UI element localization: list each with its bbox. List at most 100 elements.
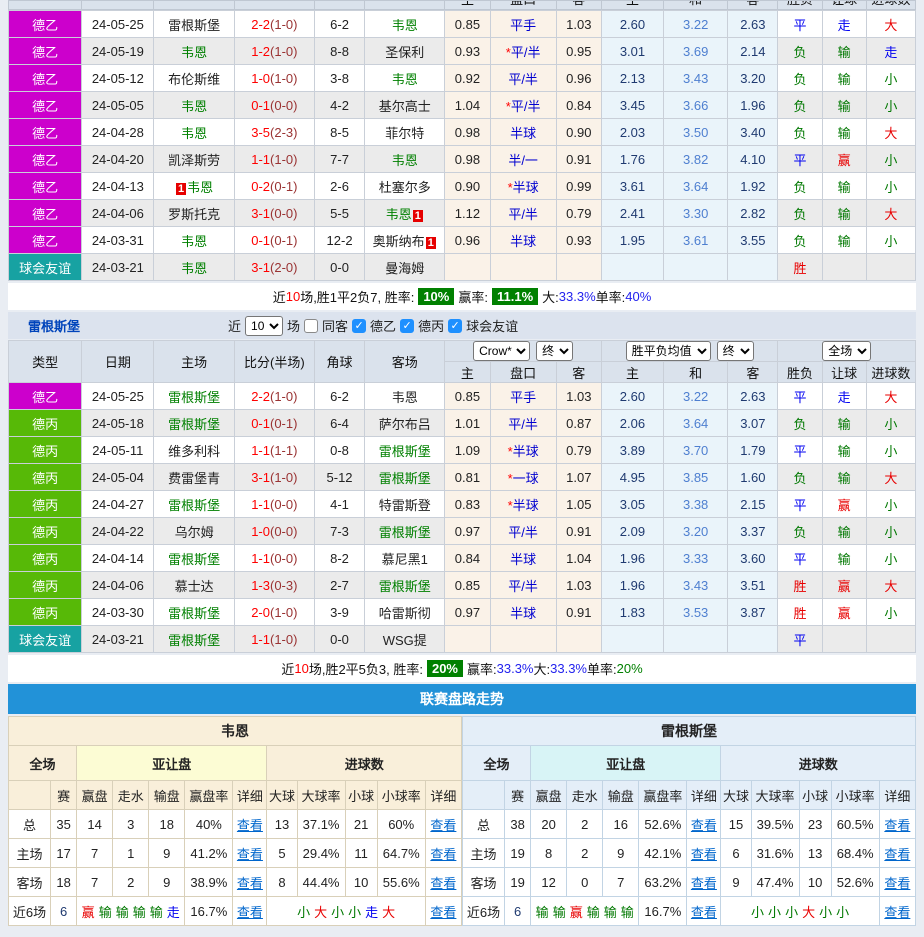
summary-text: 40% — [625, 289, 651, 304]
away-team-cell: 圣保利 — [365, 38, 445, 65]
detail-link[interactable]: 查看 — [430, 905, 456, 920]
date-cell: 24-04-06 — [82, 200, 154, 227]
bookmaker-period-select[interactable]: 终 — [536, 341, 573, 361]
games-count-select[interactable]: 10 — [245, 316, 283, 336]
corner-cell: 8-2 — [314, 545, 364, 572]
scope-select[interactable]: 全场 — [822, 341, 871, 361]
bookmaker-select[interactable]: Crow* — [473, 341, 530, 361]
handicap-name: 半球 — [510, 552, 536, 567]
trend-stat: 0 — [567, 868, 603, 897]
handicap-home-odds: 0.85 — [445, 383, 490, 410]
match-row: 德丙24-04-27雷根斯堡1-1(0-0)4-1特雷斯登0.83*半球1.05… — [9, 491, 916, 518]
team-name: 乌尔姆 — [175, 525, 214, 540]
league-d2-checkbox[interactable]: ✓ — [352, 319, 366, 333]
detail-link[interactable]: 查看 — [237, 818, 263, 833]
odds-away: 1.96 — [728, 92, 778, 119]
header-e-away: 客 — [728, 362, 778, 383]
score-cell: 0-1(0-1) — [234, 227, 314, 254]
odds-draw: 3.38 — [664, 491, 728, 518]
trend-header-row: 赛赢盘走水输盘赢盘率详细大球大球率小球小球率详细 — [9, 781, 462, 810]
detail-cell: 查看 — [425, 897, 461, 926]
odds-home — [601, 626, 663, 653]
league-d3-checkbox[interactable]: ✓ — [400, 319, 414, 333]
detail-link[interactable]: 查看 — [237, 905, 263, 920]
team-name: 雷根斯堡 — [379, 579, 431, 594]
goal-sequence: 小小小大小小 — [721, 897, 879, 926]
detail-link[interactable]: 查看 — [430, 847, 456, 862]
header-e-home: 主 — [601, 362, 663, 383]
handicap-away-odds: 0.90 — [556, 119, 601, 146]
date-cell: 24-04-28 — [82, 119, 154, 146]
header-score — [234, 1, 314, 10]
odds-type-select[interactable]: 胜平负均值 — [626, 341, 711, 361]
clipped-header-row: 主 盘口 客 主 和 客 胜负 让球 进球数 — [9, 1, 916, 10]
league-cell: 德丙 — [9, 464, 82, 491]
result-handicap: 输 — [822, 92, 866, 119]
corner-cell: 2-7 — [314, 572, 364, 599]
detail-link[interactable]: 查看 — [237, 847, 263, 862]
trend-col-header: 详细 — [879, 781, 915, 810]
detail-link[interactable]: 查看 — [430, 818, 456, 833]
detail-link[interactable]: 查看 — [884, 876, 910, 891]
detail-link[interactable]: 查看 — [691, 818, 717, 833]
halftime-score: (0-0) — [270, 98, 297, 113]
trend-stat: 7 — [77, 839, 113, 868]
detail-cell: 查看 — [233, 810, 267, 839]
date-cell: 24-05-04 — [82, 464, 154, 491]
sequence-item: 输 — [553, 905, 566, 920]
fulltime-score: 1-2 — [251, 44, 270, 59]
handicap-home-odds — [445, 626, 490, 653]
date-cell: 24-03-31 — [82, 227, 154, 254]
score-cell: 1-0(1-0) — [234, 65, 314, 92]
result-goals: 小 — [866, 437, 915, 464]
trend-stat: 23 — [799, 810, 831, 839]
match-row: 德丙24-03-30雷根斯堡2-0(1-0)3-9哈雷斯彻0.97半球0.911… — [9, 599, 916, 626]
handicap-home-odds: 1.12 — [445, 200, 490, 227]
friendly-checkbox[interactable]: ✓ — [448, 319, 462, 333]
detail-link[interactable]: 查看 — [691, 847, 717, 862]
team-name: 萨尔布吕 — [379, 417, 431, 432]
team-name: 基尔高士 — [379, 99, 431, 114]
odds-period-select[interactable]: 终 — [717, 341, 754, 361]
home-team-cell: 韦恩 — [154, 92, 234, 119]
league-cell: 德乙 — [9, 200, 82, 227]
team-name: 慕尼黑1 — [382, 552, 428, 567]
trend-stat: 15 — [721, 810, 751, 839]
team-name: 韦恩 — [386, 207, 412, 222]
detail-link[interactable]: 查看 — [237, 876, 263, 891]
detail-link[interactable]: 查看 — [884, 905, 910, 920]
trend-stat: 2 — [567, 810, 603, 839]
result-wdl: 胜 — [778, 599, 822, 626]
trend-row-label: 客场 — [9, 868, 51, 897]
team-name: 菲尔特 — [385, 126, 424, 141]
header-type: 类型 — [9, 341, 82, 383]
away-team-cell: 哈雷斯彻 — [365, 599, 445, 626]
halftime-score: (1-1) — [270, 443, 297, 458]
handicap-away-odds: 1.04 — [556, 545, 601, 572]
date-cell: 24-04-27 — [82, 491, 154, 518]
sequence-item: 赢 — [82, 905, 95, 920]
halftime-score: (1-0) — [270, 152, 297, 167]
detail-link[interactable]: 查看 — [884, 818, 910, 833]
home-team-cell: 雷根斯堡 — [154, 11, 234, 38]
same-away-checkbox[interactable] — [304, 319, 318, 333]
odds-home: 2.06 — [601, 410, 663, 437]
handicap-line: 平手 — [490, 11, 556, 38]
sequence-item: 输 — [604, 905, 617, 920]
detail-link[interactable]: 查看 — [884, 847, 910, 862]
trend-col-header: 小球率 — [377, 781, 425, 810]
sequence-item: 输 — [150, 905, 163, 920]
score-cell: 1-3(0-3) — [234, 572, 314, 599]
result-wdl: 负 — [778, 518, 822, 545]
trend-team-title: 韦恩 — [9, 717, 462, 746]
result-handicap: 输 — [822, 410, 866, 437]
team-name: 雷根斯堡 — [168, 552, 220, 567]
detail-link[interactable]: 查看 — [430, 876, 456, 891]
fulltime-score: 1-1 — [251, 443, 270, 458]
trend-col-header: 详细 — [425, 781, 461, 810]
result-wdl: 胜 — [778, 254, 822, 281]
result-handicap: 输 — [822, 545, 866, 572]
detail-link[interactable]: 查看 — [691, 905, 717, 920]
detail-link[interactable]: 查看 — [691, 876, 717, 891]
team-name: WSG提 — [383, 633, 427, 648]
